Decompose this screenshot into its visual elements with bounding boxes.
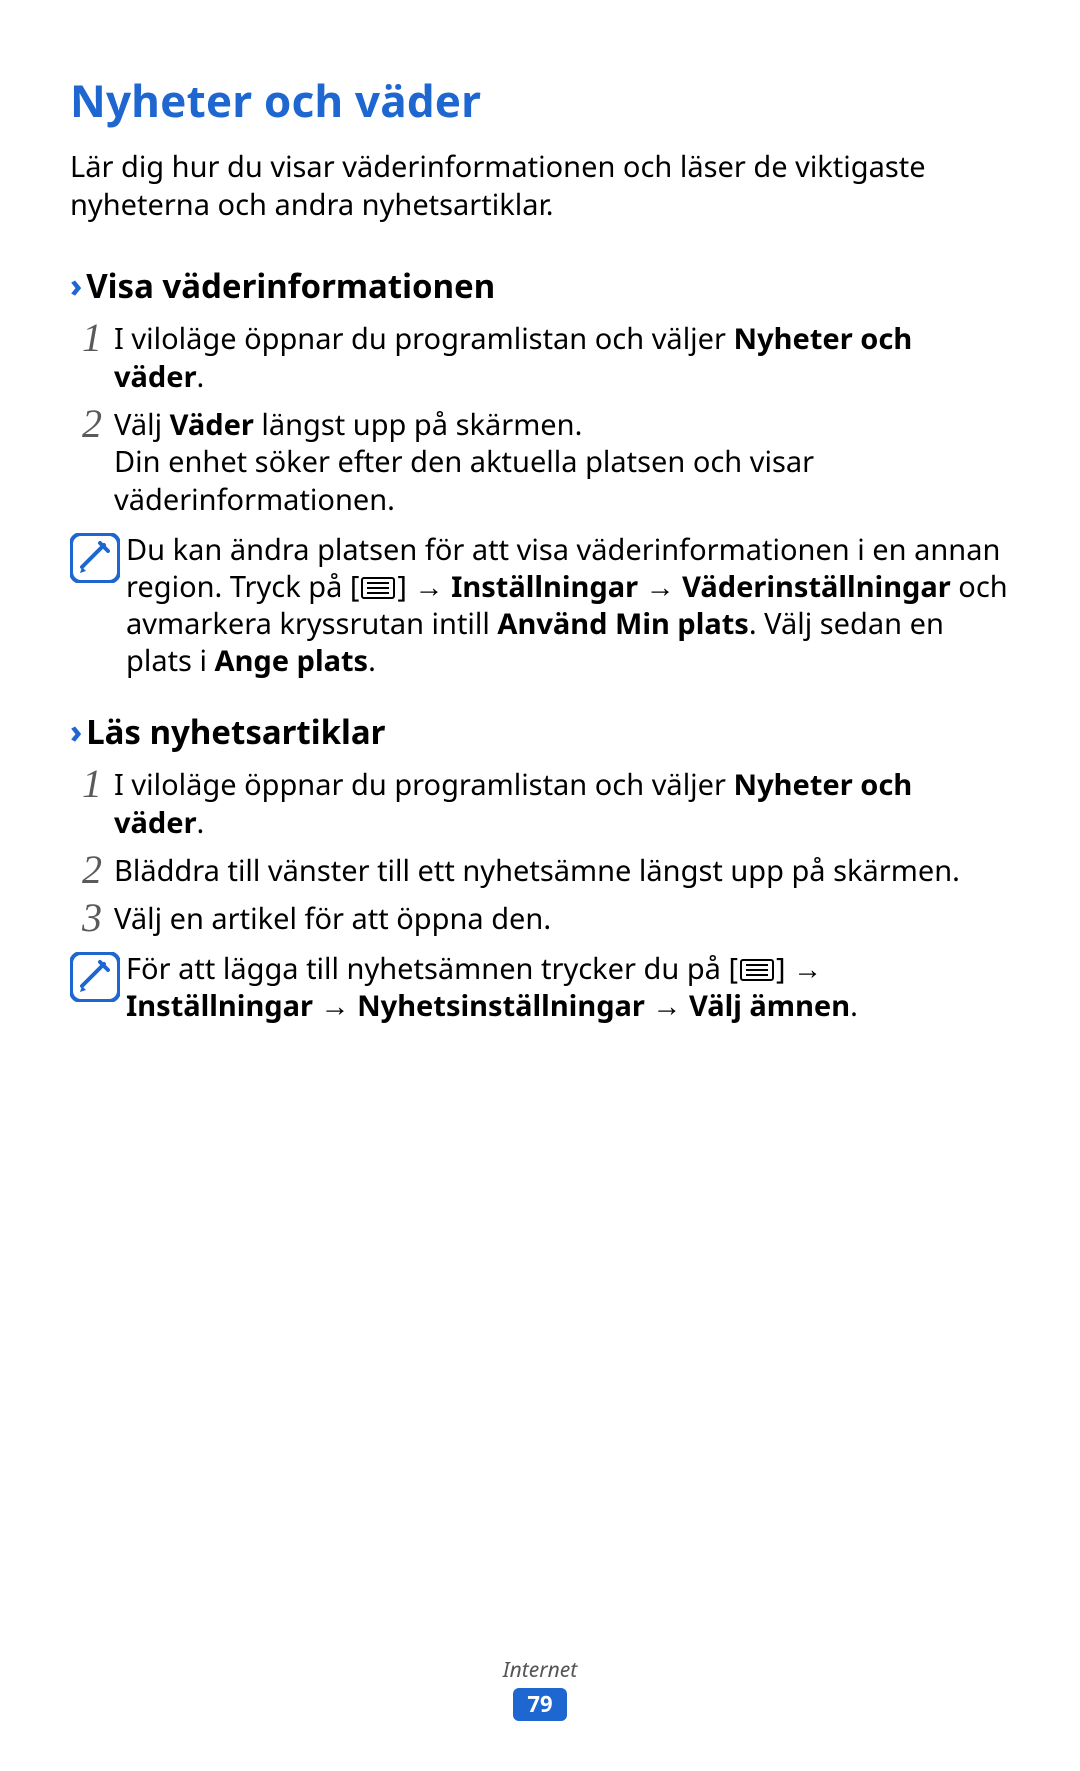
step-text: Välj en artikel för att öppna den. [114, 898, 1010, 938]
step-number: 3 [70, 898, 114, 938]
text: I viloläge öppnar du programlistan och v… [114, 765, 734, 804]
step-row: 1 I viloläge öppnar du programlistan och… [70, 318, 1010, 395]
page-title: Nyheter och väder [70, 70, 1010, 130]
text: . [197, 357, 205, 396]
text: För att lägga till nyhetsämnen trycker d… [126, 949, 738, 988]
intro-paragraph: Lär dig hur du visar väderinformationen … [70, 148, 1010, 223]
text-bold: Väderinställningar [682, 567, 951, 606]
arrow-right-icon: → [313, 986, 357, 1025]
chevron-right-icon: › [70, 710, 82, 753]
note-icon [70, 950, 126, 1002]
text: ] [776, 949, 793, 988]
text-bold: Väder [170, 405, 254, 444]
text: . [368, 641, 376, 680]
text: I viloläge öppnar du programlistan och v… [114, 319, 734, 358]
section-heading-news: › Läs nyhetsartiklar [70, 709, 1010, 754]
text-bold: Välj ämnen [689, 986, 850, 1025]
step-text: Välj Väder längst upp på skärmen. Din en… [114, 404, 1010, 519]
text: Välj [114, 405, 170, 444]
note-icon [70, 531, 126, 583]
text-bold: Inställningar [451, 567, 638, 606]
section-title-news: Läs nyhetsartiklar [86, 709, 385, 754]
note-text: För att lägga till nyhetsämnen trycker d… [126, 950, 1010, 1024]
step-extra-line: Din enhet söker efter den aktuella plats… [114, 443, 1010, 518]
step-row: 3 Välj en artikel för att öppna den. [70, 898, 1010, 938]
arrow-right-icon: → [793, 949, 822, 988]
text-bold: Ange plats [215, 641, 369, 680]
page-number-badge: 79 [513, 1688, 566, 1721]
arrow-right-icon: → [645, 986, 689, 1025]
arrow-right-icon: → [415, 567, 452, 606]
arrow-right-icon: → [638, 567, 682, 606]
text-bold: Använd Min plats [497, 604, 748, 643]
step-row: 2 Bläddra till vänster till ett nyhetsäm… [70, 850, 1010, 890]
section-heading-weather: › Visa väderinformationen [70, 263, 1010, 308]
chevron-right-icon: › [70, 264, 82, 307]
text-bold: Nyhetsinställningar [357, 986, 645, 1025]
note-block: Du kan ändra platsen för att visa väderi… [70, 531, 1010, 679]
step-number: 2 [70, 404, 114, 444]
menu-button-icon [740, 959, 774, 981]
step-row: 2 Välj Väder längst upp på skärmen. Din … [70, 404, 1010, 519]
manual-page: Nyheter och väder Lär dig hur du visar v… [0, 0, 1080, 1771]
step-number: 1 [70, 764, 114, 804]
step-text: I viloläge öppnar du programlistan och v… [114, 318, 1010, 395]
section-title-weather: Visa väderinformationen [86, 263, 495, 308]
text: . [850, 986, 858, 1025]
text: längst upp på skärmen. [254, 405, 583, 444]
step-number: 2 [70, 850, 114, 890]
step-text: Bläddra till vänster till ett nyhetsämne… [114, 850, 1010, 890]
text-bold: Inställningar [126, 986, 313, 1025]
note-block: För att lägga till nyhetsämnen trycker d… [70, 950, 1010, 1024]
page-footer: Internet 79 [0, 1656, 1080, 1721]
menu-button-icon [361, 577, 395, 599]
text: . [197, 803, 205, 842]
step-text: I viloläge öppnar du programlistan och v… [114, 764, 1010, 841]
step-row: 1 I viloläge öppnar du programlistan och… [70, 764, 1010, 841]
note-text: Du kan ändra platsen för att visa väderi… [126, 531, 1010, 679]
step-number: 1 [70, 318, 114, 358]
text: ] [397, 567, 414, 606]
footer-section-label: Internet [0, 1656, 1080, 1684]
